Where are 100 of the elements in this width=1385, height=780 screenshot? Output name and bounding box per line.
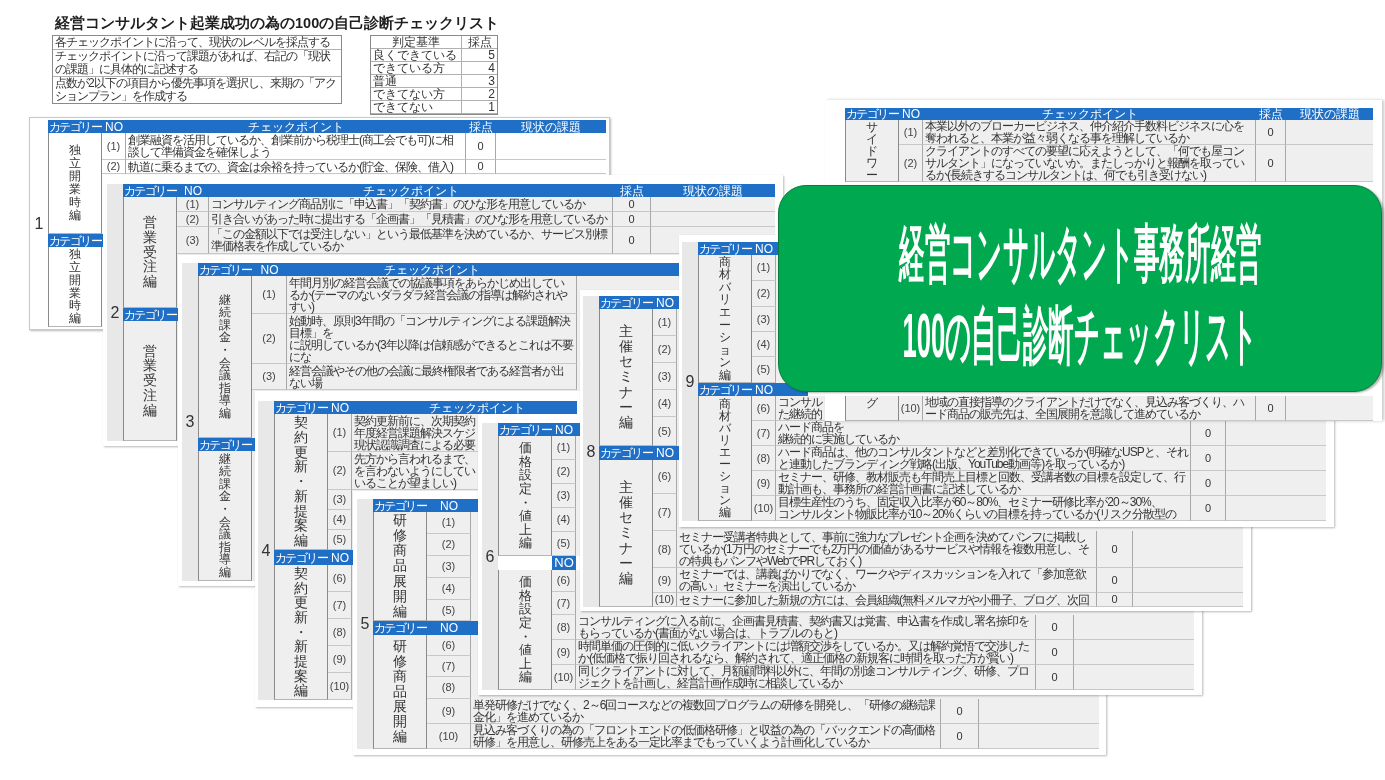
column-header: NO [440, 499, 458, 512]
category-label: 商材バリエーション編 [719, 255, 731, 382]
score-value: 0 [956, 730, 963, 742]
item-number: (1) [441, 517, 456, 528]
item-number: (2) [756, 288, 771, 299]
item-number: (3) [262, 371, 276, 382]
column-header: チェックポイント [1041, 108, 1138, 120]
checkpoint-text: セミナーでは、講義ばかりでなく、ワークやディスカッションを入れて「参加意欲の高い」セミナーを演出しているか [679, 568, 1088, 592]
column-header: カテゴリー [599, 296, 653, 309]
item-number: (3) [657, 370, 672, 382]
item-number: (10) [329, 680, 350, 692]
item-number: (9) [556, 646, 571, 658]
checkpoint-text: 引き合いがあった時に提出する「企画書」「見積書」のひな形を用意しているか [211, 213, 607, 225]
category-label: 独立開業時編 [69, 144, 81, 222]
item-number: (2) [657, 343, 672, 355]
instruction-text: チェックポイントに沿って課題があれば、右記の「現状の課題」に具体的に記述する [53, 50, 341, 77]
item-number: (2) [556, 466, 571, 477]
item-number: (5) [441, 604, 456, 616]
category-label: サイドワー [866, 121, 878, 181]
item-number: (5) [556, 538, 571, 549]
category-label: グ [866, 397, 878, 409]
category-label: 商材バリエーション編 [719, 398, 731, 518]
checkpoint-text: 時間単価の圧倒的に低いクライアントには増額交渉をしているか。又は解約覚悟で交渉したか(低価格で振り回されるなら、解約されて、適正価格の新規客に時間を取った方が賢い) [578, 640, 1030, 664]
checkpoint-text: 契約更新前に、次期契約 [354, 414, 475, 427]
score-value: 0 [1111, 594, 1118, 605]
score-value: 0 [1051, 671, 1058, 683]
column-header: カテゴリー [845, 108, 899, 120]
checkpoint-text: 始動時、原則3年間の「コンサルティングによる課題解決目標」を [289, 315, 571, 339]
checkpoint-text: ハード商品を [778, 421, 844, 433]
criteria-score: 3 [461, 75, 497, 88]
checkpoint-text: 現状認識調査による必要 [354, 438, 475, 451]
column-header: NO [656, 447, 674, 459]
item-number: (10) [438, 730, 459, 742]
column-header: 現状の課題 [683, 184, 743, 197]
item-number: (5) [756, 364, 771, 375]
column-header: カテゴリー [274, 551, 328, 564]
item-number: (2) [262, 333, 276, 344]
item-number: (1) [106, 140, 121, 152]
checkpoint-text: コンサルティングに入る前に、企画書見積書、契約書又は覚書、申込書を作成し署名捺印をもらっているか(書面がない場合は、トラブルのもと) [578, 615, 1030, 639]
item-number: (1) [185, 198, 200, 210]
banner-title: 経営コンサルタント事務所経営 [898, 222, 1262, 286]
page-number: 3 [185, 413, 195, 431]
category-label: 契約更新・新提案編 [294, 565, 308, 699]
column-header: 採点 [620, 184, 644, 197]
item-number: (6) [441, 639, 456, 651]
item-number: (9) [756, 477, 771, 489]
criteria-header: 判定基準 [371, 36, 461, 49]
column-header: NO [755, 383, 773, 396]
item-number: (10) [654, 594, 675, 605]
criteria-label: できている方 [371, 62, 461, 75]
item-number: (3) [556, 490, 571, 501]
item-number: (3) [332, 494, 347, 505]
checkpoint-text: セミナーに参加した新規の方には、会員組織(無料メルマガや小冊子、ブログ、次回 [679, 593, 1089, 606]
column-header: NO [555, 423, 573, 436]
item-number: (8) [756, 452, 771, 464]
item-number: (4) [657, 397, 672, 409]
score-value: 0 [1111, 574, 1118, 586]
column-header: チェックポイント [363, 184, 459, 197]
checkpoint-text: クライアントのすべての要望に応えようとして、「何でも屋コンサルタント」になっていないか。またしっかりと報酬を取っているか(長続きするコンサルタントは、何でも引き受けない) [925, 145, 1246, 181]
item-number: (9) [332, 653, 347, 665]
item-number: (7) [756, 427, 771, 439]
score-value: 0 [1267, 126, 1274, 138]
score-value: 0 [1111, 543, 1118, 555]
checkpoint-text: 見込み客づくりの為の「フロントエンドの低価格研修」と収益の為の「バックエンドの高価格研修」を用意し、研修売上をある一定比率までもっていくよう計画化しているか [473, 724, 936, 748]
column-header: カテゴリー [198, 438, 252, 451]
column-header: カテゴリー [599, 447, 653, 459]
column-header: NO [902, 108, 920, 120]
item-number: (4) [441, 583, 456, 594]
column-header: NO [554, 556, 574, 570]
column-header: カテゴリー [373, 499, 427, 512]
column-header: カテゴリー [123, 184, 177, 197]
item-number: (7) [657, 506, 672, 518]
checkpoint-text: 先方から言われるまで、 [354, 452, 475, 465]
checkpoint-text: た継続的 [778, 408, 822, 420]
item-number: (4) [332, 514, 347, 525]
column-header: NO [331, 551, 349, 564]
checkpoint-text: 年間月別の経営会議での協議事項をあらかじめ出しているか(テーマのないダラダラ経営会議の指導は解約されやすい) [289, 277, 569, 313]
item-number: (4) [556, 514, 571, 525]
page-number: 2 [110, 303, 120, 322]
score-value: 0 [1051, 646, 1058, 658]
item-number: (8) [441, 682, 456, 693]
item-number: (8) [332, 626, 347, 638]
column-header: 採点 [1259, 108, 1283, 120]
item-number: (1) [657, 316, 672, 328]
checkpoint-text: コンサルティング商品別に「申込書」「契約書」のひな形を用意しているか [211, 198, 585, 210]
checkpoint-text: 目標生産性のうち、固定収入比率が60～80%、セミナー研修比率が20～30%、 [778, 496, 1162, 508]
column-header: カテゴリー [698, 242, 752, 255]
column-header: NO [260, 263, 279, 276]
item-number: (1) [332, 427, 347, 438]
column-header: カテゴリー [198, 263, 252, 276]
item-number: (1) [556, 442, 571, 453]
column-header: チェックポイント [248, 120, 344, 133]
item-number: (5) [332, 534, 347, 545]
checkpoint-text: 地域の直接指導のクライアントだけでなく、見込み客づくり、ハード商品の販売先は、全国展開を意識して進めているか [925, 396, 1245, 420]
item-number: (10) [553, 671, 574, 683]
criteria-score: 1 [461, 101, 497, 114]
item-number: (8) [657, 543, 672, 555]
category-label: 独立開業時編 [69, 247, 81, 326]
item-number: (1) [903, 126, 918, 138]
checkpoint-text: セミナー受講者特典として、事前に強力なプレゼント企画を決めてパンフに掲載しているか(1万円のセミナーでも2万円の価値があるサービスや情報を複数用意し、その特典もパンフやWebでPRしておく) [679, 531, 1091, 567]
